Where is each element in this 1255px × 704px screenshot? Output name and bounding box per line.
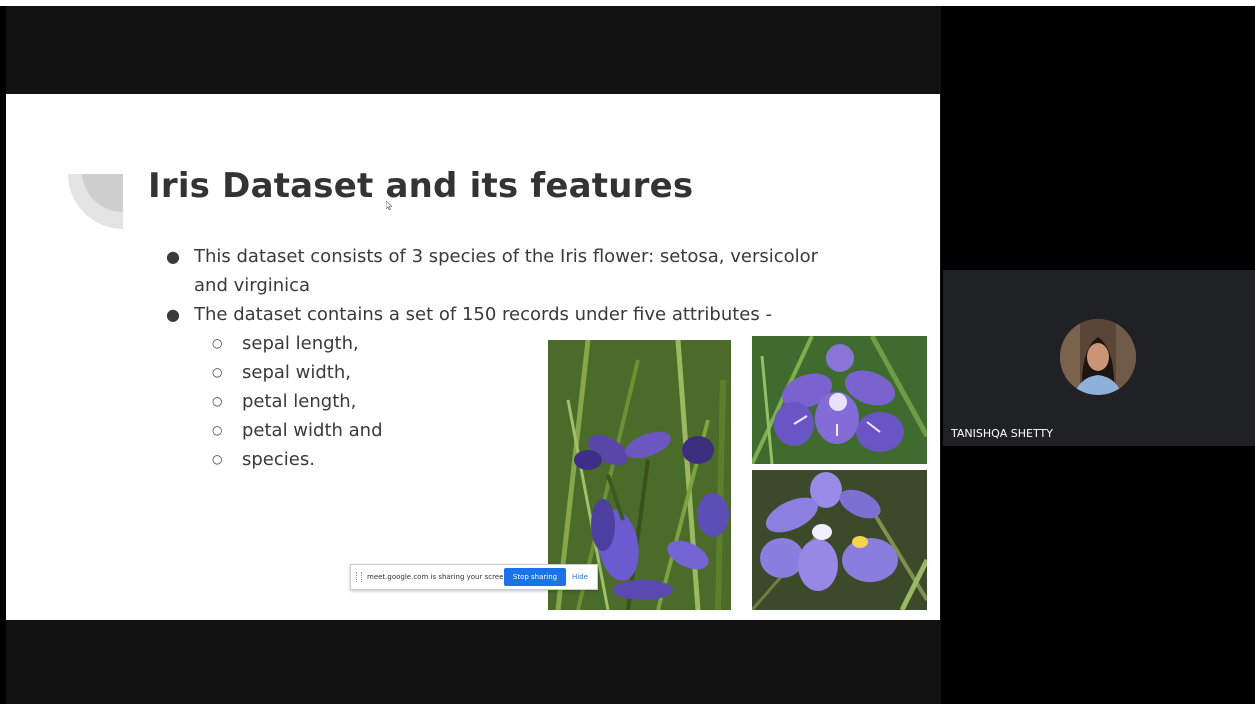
avatar [1060,319,1136,395]
bullet-ring-icon: ○ [212,452,223,466]
bullet-item-continuation: and virginica [166,271,856,300]
shared-slide: Iris Dataset and its features ● This dat… [6,94,940,620]
participant-name: TANISHQA SHETTY [951,427,1053,440]
slide-title: Iris Dataset and its features [148,166,694,206]
sub-item-text: petal length, [242,391,357,412]
bullet-ring-icon: ○ [212,423,223,437]
bullet-text: and virginica [194,275,311,296]
bullet-text: The dataset contains a set of 150 record… [194,304,772,325]
bullet-item: ● The dataset contains a set of 150 reco… [166,300,856,329]
slide-decoration-icon [68,174,123,229]
bullet-dot-icon: ● [166,247,180,266]
bullet-ring-icon: ○ [212,365,223,379]
screen-share-notification: meet.google.com is sharing your screen. … [350,564,598,590]
sub-item-text: petal width and [242,420,383,441]
hide-button[interactable]: Hide [572,573,588,581]
iris-photo-top [752,336,927,464]
participant-tile[interactable]: TANISHQA SHETTY [943,270,1255,446]
sub-item-text: sepal length, [242,333,359,354]
sub-item-text: sepal width, [242,362,351,383]
stop-sharing-button[interactable]: Stop sharing [504,568,566,586]
sub-item-text: species. [242,449,315,470]
bullet-text: This dataset consists of 3 species of th… [194,246,819,267]
bullet-ring-icon: ○ [212,336,223,350]
bullet-ring-icon: ○ [212,394,223,408]
bullet-item: ● This dataset consists of 3 species of … [166,242,856,271]
iris-photo-bottom [752,470,927,610]
share-message: meet.google.com is sharing your screen. [367,573,511,581]
drag-grip-icon[interactable] [356,572,362,582]
bullet-dot-icon: ● [166,305,180,324]
mouse-cursor-icon [386,201,392,210]
